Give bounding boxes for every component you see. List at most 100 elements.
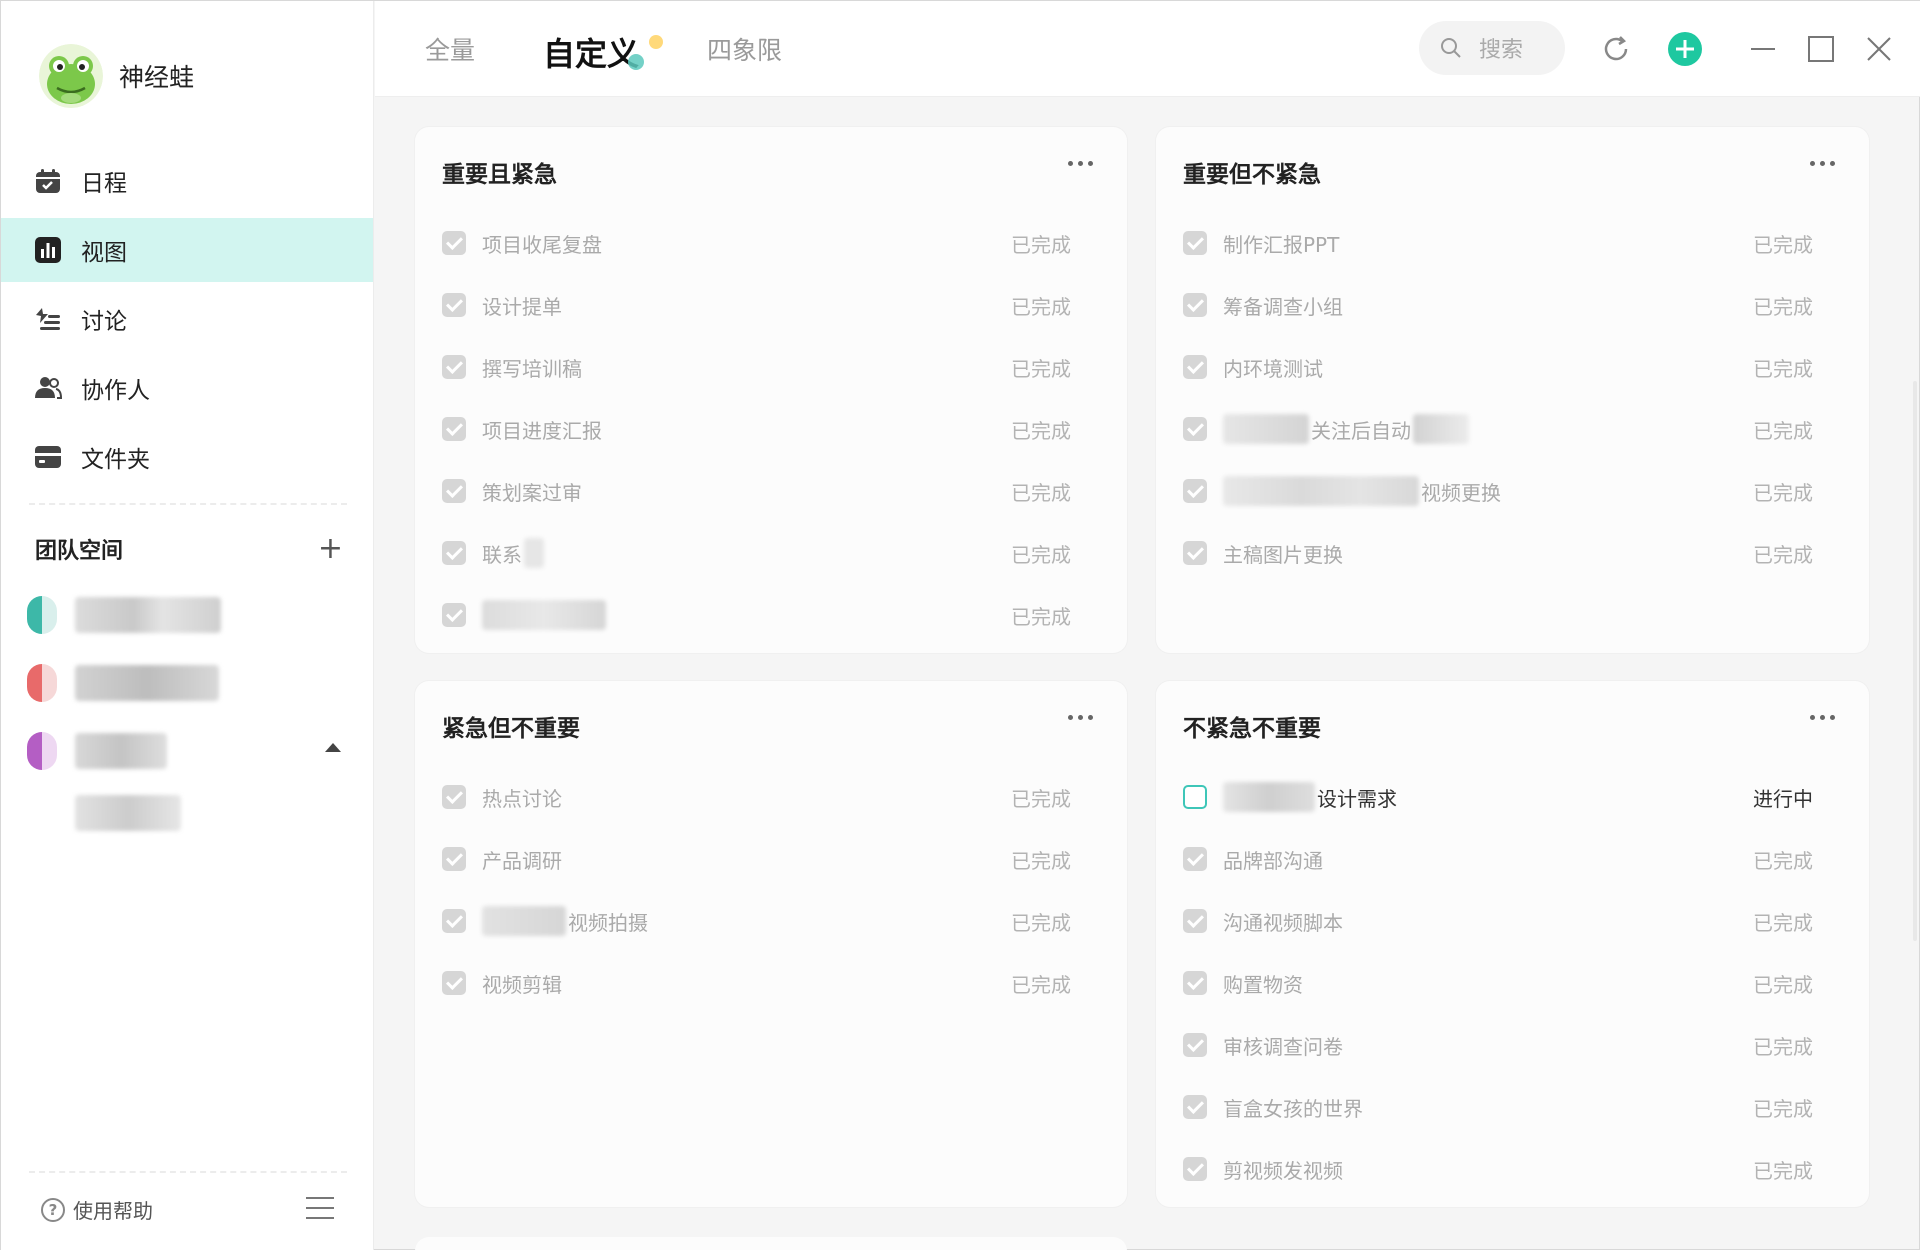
task-status: 已完成 xyxy=(1753,480,1813,505)
task-row[interactable]: 项目进度汇报 已完成 xyxy=(442,409,1071,449)
checkbox-checked[interactable] xyxy=(1183,847,1207,871)
task-row[interactable]: 视频拍摄 已完成 xyxy=(442,901,1071,941)
task-row[interactable]: 盲盒女孩的世界 已完成 xyxy=(1183,1087,1813,1127)
checkbox-checked[interactable] xyxy=(1183,355,1207,379)
task-title: 联系 xyxy=(482,538,544,568)
task-status: 已完成 xyxy=(1753,1034,1813,1059)
calendar-icon xyxy=(33,166,63,196)
checkbox-checked[interactable] xyxy=(1183,1033,1207,1057)
task-status: 已完成 xyxy=(1753,542,1813,567)
refresh-icon[interactable] xyxy=(1596,29,1636,69)
add-team-icon[interactable]: + xyxy=(318,534,343,564)
minimize-icon[interactable] xyxy=(1743,29,1783,69)
task-title: 视频更换 xyxy=(1223,476,1501,506)
sidebar-item-collaborators[interactable]: 协作人 xyxy=(1,356,373,420)
task-title-text: 视频更换 xyxy=(1421,480,1501,505)
checkbox-checked[interactable] xyxy=(1183,971,1207,995)
tab-all[interactable]: 全量 xyxy=(425,31,475,67)
checkbox-checked[interactable] xyxy=(1183,1095,1207,1119)
checkbox-checked[interactable] xyxy=(442,355,466,379)
task-row[interactable]: 审核调查问卷 已完成 xyxy=(1183,1025,1813,1065)
sidebar-item-folder[interactable]: 文件夹 xyxy=(1,425,373,489)
task-row[interactable]: 联系 已完成 xyxy=(442,533,1071,573)
menu-icon[interactable] xyxy=(306,1197,334,1219)
checkbox-checked[interactable] xyxy=(1183,909,1207,933)
task-row[interactable]: 设计需求 进行中 xyxy=(1183,777,1813,817)
more-icon[interactable] xyxy=(1068,161,1093,166)
task-row[interactable]: 剪视频发视频 已完成 xyxy=(1183,1149,1813,1189)
maximize-icon[interactable] xyxy=(1801,29,1841,69)
team-item[interactable] xyxy=(27,593,221,637)
discussion-icon xyxy=(33,304,63,334)
chart-icon xyxy=(33,235,63,265)
task-title: 项目进度汇报 xyxy=(482,418,602,443)
task-row[interactable]: 热点讨论 已完成 xyxy=(442,777,1071,817)
scrollbar[interactable] xyxy=(1913,381,1917,941)
checkbox-checked[interactable] xyxy=(442,909,466,933)
checkbox-checked[interactable] xyxy=(442,231,466,255)
card-title: 重要且紧急 xyxy=(442,162,557,188)
task-row[interactable]: 购置物资 已完成 xyxy=(1183,963,1813,1003)
checkbox-checked[interactable] xyxy=(442,603,466,627)
more-icon[interactable] xyxy=(1810,161,1835,166)
team-item[interactable] xyxy=(27,661,219,705)
task-row[interactable]: 策划案过审 已完成 xyxy=(442,471,1071,511)
search-icon xyxy=(1441,38,1461,58)
checkbox-checked[interactable] xyxy=(1183,479,1207,503)
task-row[interactable]: 关注后自动 已完成 xyxy=(1183,409,1813,449)
checkbox-unchecked[interactable] xyxy=(1183,785,1207,809)
task-row[interactable]: 撰写培训稿 已完成 xyxy=(442,347,1071,387)
quadrant-card-partial xyxy=(415,1237,1127,1250)
sidebar: 神经蛙 日程 视图 讨论 协作人 文件夹 团队空间 + ? 使用帮助 xyxy=(1,1,374,1250)
task-row[interactable]: 产品调研 已完成 xyxy=(442,839,1071,879)
checkbox-checked[interactable] xyxy=(442,417,466,441)
tab-custom[interactable]: 自定义 xyxy=(543,29,639,75)
sidebar-item-view[interactable]: 视图 xyxy=(1,218,373,282)
task-row[interactable]: 已完成 xyxy=(442,595,1071,635)
add-task-icon[interactable] xyxy=(1665,29,1705,69)
checkbox-checked[interactable] xyxy=(442,847,466,871)
task-row[interactable]: 内环境测试 已完成 xyxy=(1183,347,1813,387)
search-input[interactable]: 搜索 xyxy=(1419,21,1565,75)
checkbox-checked[interactable] xyxy=(442,785,466,809)
quadrant-card-urgent-not-important: 紧急但不重要 热点讨论 已完成 产品调研 已完成 视频拍摄 已完成 视频剪辑 已… xyxy=(415,681,1127,1207)
task-status: 已完成 xyxy=(1753,972,1813,997)
checkbox-checked[interactable] xyxy=(442,541,466,565)
quadrant-card-not-urgent-not-important: 不紧急不重要 设计需求 进行中 品牌部沟通 已完成 沟通视频脚本 已完成 购置物… xyxy=(1156,681,1869,1207)
more-icon[interactable] xyxy=(1810,715,1835,720)
team-space-title: 团队空间 xyxy=(35,539,124,564)
task-row[interactable]: 主稿图片更换 已完成 xyxy=(1183,533,1813,573)
team-sub-item[interactable] xyxy=(57,791,181,835)
task-title-text: 视频拍摄 xyxy=(568,910,648,935)
task-row[interactable]: 项目收尾复盘 已完成 xyxy=(442,223,1071,263)
checkbox-checked[interactable] xyxy=(1183,293,1207,317)
user-profile[interactable]: 神经蛙 xyxy=(39,43,194,109)
task-row[interactable]: 制作汇报PPT 已完成 xyxy=(1183,223,1813,263)
task-row[interactable]: 沟通视频脚本 已完成 xyxy=(1183,901,1813,941)
task-row[interactable]: 视频更换 已完成 xyxy=(1183,471,1813,511)
task-row[interactable]: 视频剪辑 已完成 xyxy=(442,963,1071,1003)
team-item[interactable] xyxy=(27,729,167,773)
checkbox-checked[interactable] xyxy=(1183,417,1207,441)
checkbox-checked[interactable] xyxy=(442,971,466,995)
close-icon[interactable] xyxy=(1859,29,1899,69)
collapse-icon[interactable] xyxy=(325,743,341,752)
sidebar-item-discussion[interactable]: 讨论 xyxy=(1,287,373,351)
more-icon[interactable] xyxy=(1068,715,1093,720)
avatar[interactable] xyxy=(39,44,103,108)
checkbox-checked[interactable] xyxy=(442,293,466,317)
checkbox-checked[interactable] xyxy=(1183,231,1207,255)
sidebar-item-label: 视图 xyxy=(81,240,127,266)
task-title: 审核调查问卷 xyxy=(1223,1034,1343,1059)
task-status: 已完成 xyxy=(1753,1096,1813,1121)
tab-quadrant[interactable]: 四象限 xyxy=(707,31,782,67)
card-title: 不紧急不重要 xyxy=(1183,716,1321,742)
checkbox-checked[interactable] xyxy=(442,479,466,503)
sidebar-item-schedule[interactable]: 日程 xyxy=(1,149,373,213)
checkbox-checked[interactable] xyxy=(1183,1157,1207,1181)
help-link[interactable]: ? 使用帮助 xyxy=(41,1195,153,1224)
checkbox-checked[interactable] xyxy=(1183,541,1207,565)
task-row[interactable]: 筹备调查小组 已完成 xyxy=(1183,285,1813,325)
task-row[interactable]: 品牌部沟通 已完成 xyxy=(1183,839,1813,879)
task-row[interactable]: 设计提单 已完成 xyxy=(442,285,1071,325)
